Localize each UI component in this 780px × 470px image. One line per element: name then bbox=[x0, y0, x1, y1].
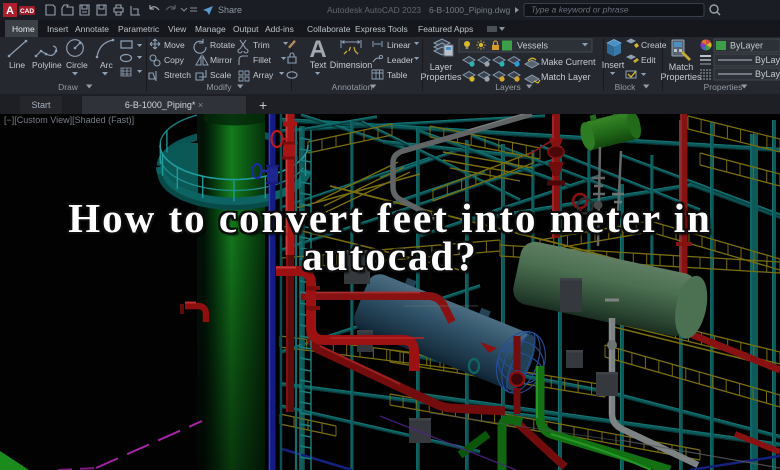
svg-text:Rotate: Rotate bbox=[210, 40, 235, 50]
svg-text:Block: Block bbox=[615, 82, 637, 92]
svg-text:Arc: Arc bbox=[100, 60, 114, 70]
svg-text:Scale: Scale bbox=[210, 70, 232, 80]
svg-text:Dimension: Dimension bbox=[330, 60, 373, 70]
svg-text:Draw: Draw bbox=[58, 82, 79, 92]
svg-text:Make Current: Make Current bbox=[541, 57, 596, 67]
svg-text:Create: Create bbox=[641, 40, 667, 50]
svg-text:Vessels: Vessels bbox=[517, 41, 549, 51]
svg-text:ByLay: ByLay bbox=[755, 55, 780, 65]
svg-text:Layers: Layers bbox=[495, 82, 521, 92]
svg-text:Leader: Leader bbox=[387, 55, 414, 65]
svg-text:A: A bbox=[6, 5, 14, 17]
svg-text:Properties: Properties bbox=[420, 72, 462, 82]
svg-text:6-B-1000_Piping.dwg: 6-B-1000_Piping.dwg bbox=[429, 5, 511, 15]
svg-text:Match: Match bbox=[669, 62, 694, 72]
svg-text:Share: Share bbox=[218, 5, 242, 15]
svg-text:CAD: CAD bbox=[20, 8, 34, 15]
svg-text:Circle: Circle bbox=[66, 60, 88, 70]
svg-text:Polyline: Polyline bbox=[32, 60, 62, 70]
svg-text:Insert: Insert bbox=[602, 60, 625, 70]
svg-text:Stretch: Stretch bbox=[164, 70, 191, 80]
svg-text:Match Layer: Match Layer bbox=[541, 72, 591, 82]
svg-text:Mirror: Mirror bbox=[210, 55, 232, 65]
svg-text:Layer: Layer bbox=[430, 62, 453, 72]
svg-text:ByLayer: ByLayer bbox=[730, 41, 763, 51]
svg-text:Type a keyword or phrase: Type a keyword or phrase bbox=[531, 5, 629, 15]
svg-text:Autodesk AutoCAD 2023: Autodesk AutoCAD 2023 bbox=[327, 5, 421, 15]
svg-text:Array: Array bbox=[253, 70, 274, 80]
svg-text:Modify: Modify bbox=[206, 82, 232, 92]
svg-text:Properties: Properties bbox=[660, 72, 702, 82]
svg-text:ByLay: ByLay bbox=[755, 69, 780, 79]
svg-text:Text: Text bbox=[310, 60, 327, 70]
svg-text:Table: Table bbox=[387, 70, 408, 80]
svg-text:Copy: Copy bbox=[164, 55, 185, 65]
svg-text:Fillet: Fillet bbox=[253, 55, 272, 65]
svg-text:Trim: Trim bbox=[253, 40, 270, 50]
svg-text:Line: Line bbox=[9, 60, 25, 70]
svg-text:Linear: Linear bbox=[387, 40, 411, 50]
svg-text:Annotation: Annotation bbox=[332, 82, 373, 92]
svg-text:Properties: Properties bbox=[704, 82, 743, 92]
svg-text:Edit: Edit bbox=[641, 55, 656, 65]
svg-text:Move: Move bbox=[164, 40, 185, 50]
